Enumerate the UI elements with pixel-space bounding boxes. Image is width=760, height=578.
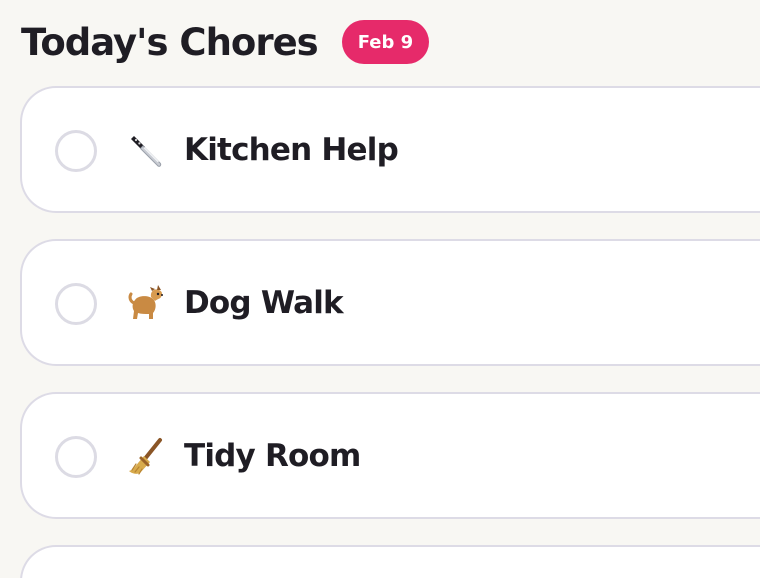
chore-checkbox[interactable] [55,435,97,478]
chore-card-tidy-room[interactable]: Tidy Room [20,392,760,519]
date-badge: Feb 9 [341,20,430,64]
chores-header: Today's Chores Feb 9 [21,16,430,68]
chore-label: Dog Walk [184,284,344,321]
chore-card-dog-walk[interactable]: Dog Walk [20,239,760,366]
chore-checkbox[interactable] [55,282,97,325]
chore-card-kitchen-help[interactable]: Kitchen Help [20,86,760,213]
chore-label: Tidy Room [184,437,361,474]
chore-label: Kitchen Help [184,131,399,168]
dog-icon [128,284,163,319]
chore-list: Kitchen Help Dog Walk Tidy Room [20,86,760,578]
chore-checkbox[interactable] [55,129,97,172]
page-title: Today's Chores [21,20,319,64]
knife-icon [131,135,162,167]
chores-screen: Today's Chores Feb 9 Kitchen Help Dog Wa… [0,0,760,578]
chore-card-next-partial[interactable] [20,545,760,578]
broom-icon [129,437,162,475]
